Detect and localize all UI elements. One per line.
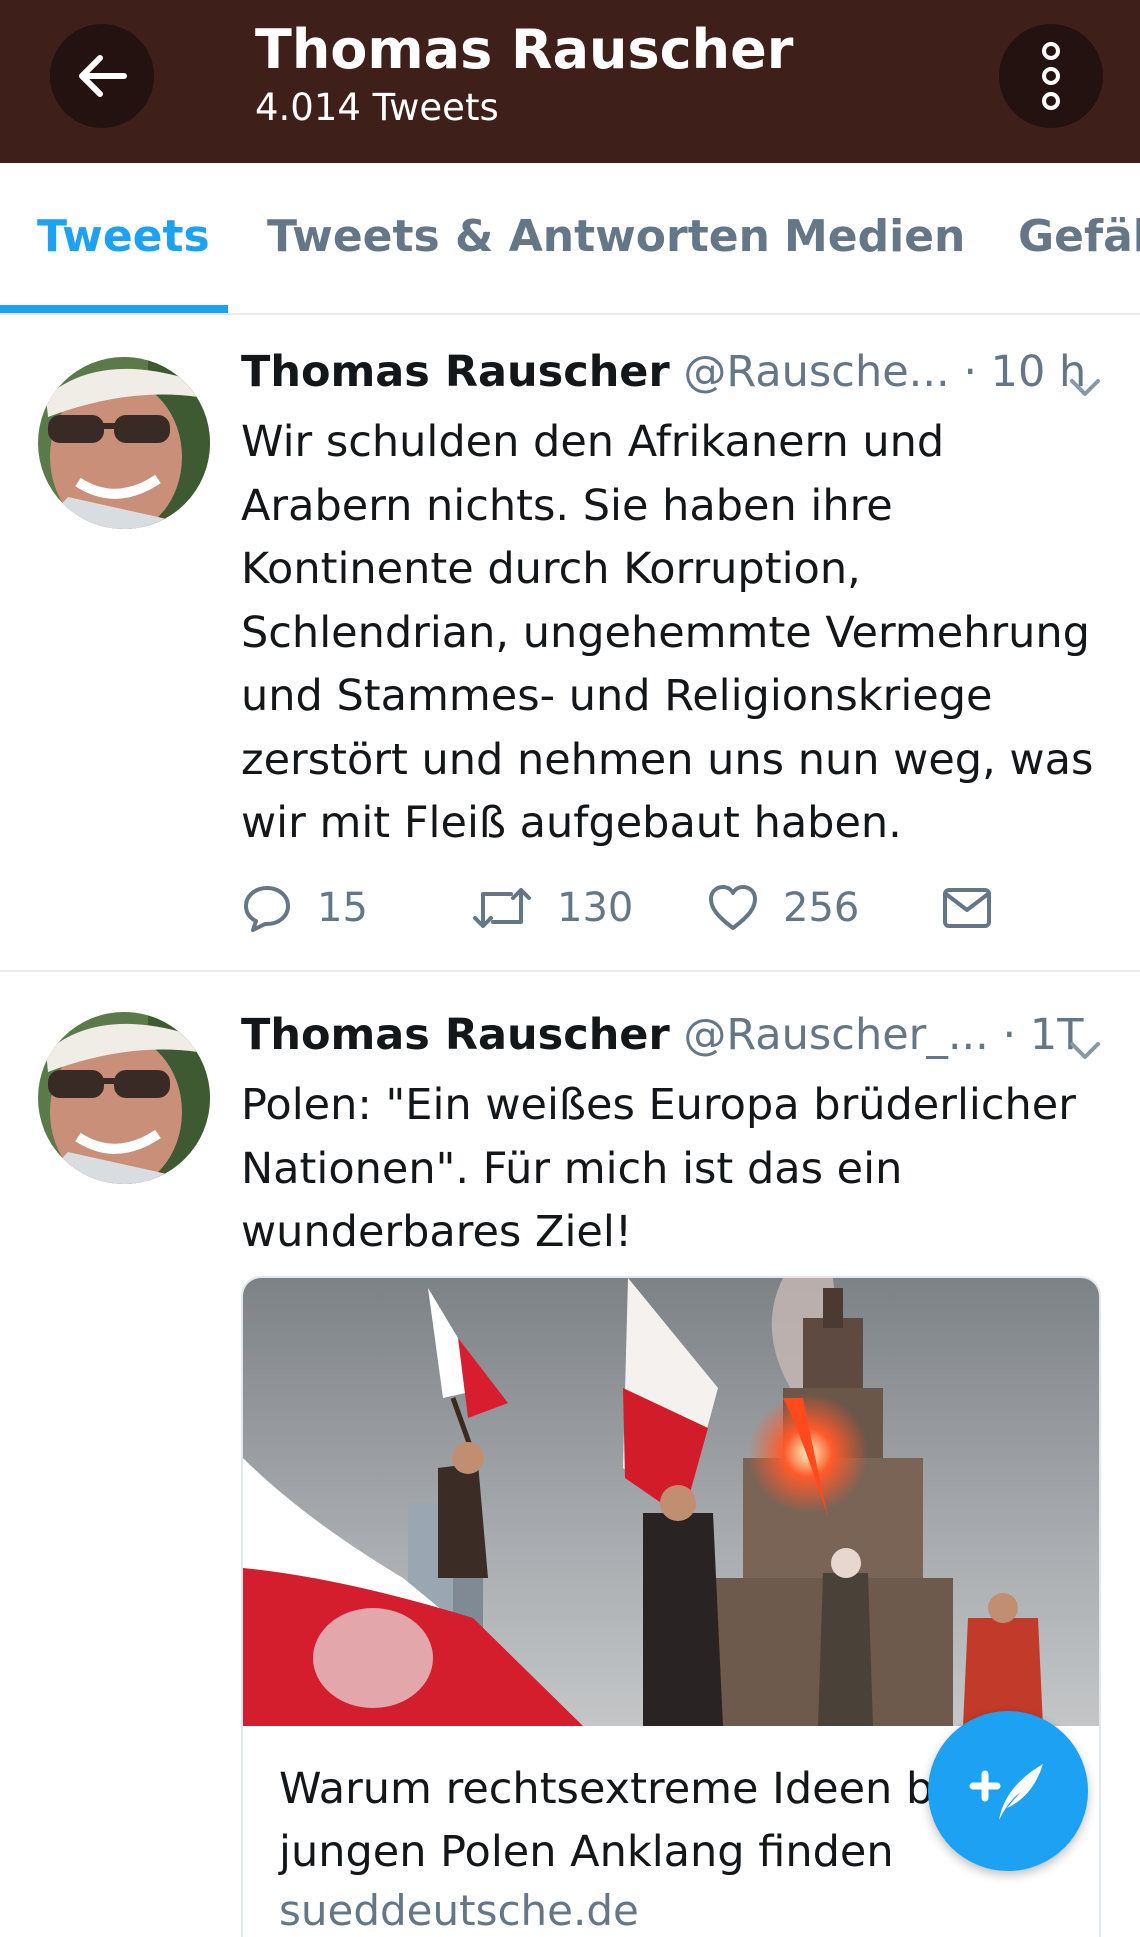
more-vertical-icon	[1042, 42, 1060, 110]
tweet-text: Polen: "Ein weißes Europa brüderlicher N…	[241, 1074, 1121, 1265]
more-options-button[interactable]	[999, 24, 1103, 128]
avatar[interactable]	[38, 1012, 210, 1184]
chevron-down-icon[interactable]	[1066, 1030, 1104, 1068]
tweet-text-line: und Stammes- und Religionskriege	[241, 671, 993, 721]
back-button[interactable]	[50, 24, 154, 128]
like-button[interactable]: 256	[707, 882, 859, 934]
active-tab-indicator	[0, 305, 228, 313]
profile-header: Thomas Rauscher 4.014 Tweets	[0, 0, 1140, 163]
compose-tweet-button[interactable]	[928, 1711, 1088, 1871]
chevron-down-icon[interactable]	[1066, 367, 1104, 405]
tweet-text-line: zerstört und nehmen uns nun weg, was	[241, 734, 1094, 785]
tweet-text-line: Arabern nichts. Sie haben ihre	[241, 480, 893, 531]
tweet-text-line: Kontinente durch Korruption,	[241, 544, 861, 594]
separator-dot: ·	[963, 347, 977, 397]
retweet-button[interactable]: 130	[471, 882, 633, 934]
tab-tweets-replies[interactable]: Tweets & Antworten	[267, 211, 770, 262]
tweet-actions: 15 130 256	[241, 882, 1041, 942]
profile-tabs: Tweets Tweets & Antworten Medien Gefäll	[0, 163, 1140, 315]
tab-media[interactable]: Medien	[784, 211, 965, 262]
card-domain: sueddeutsche.de	[279, 1886, 639, 1935]
avatar[interactable]	[38, 357, 210, 529]
card-image[interactable]	[243, 1278, 1101, 1726]
tab-likes[interactable]: Gefäll	[1018, 211, 1140, 262]
tweet-text-line: wir mit Fleiß aufgebaut haben.	[241, 798, 902, 848]
tweet-header: Thomas Rauscher @Rauscher_... · 1T	[241, 1010, 1083, 1060]
tweet-text-line: Schlendrian, ungehemmte Vermehrung	[241, 607, 1090, 658]
tweet-text-line: Wir schulden den Afrikanern und	[241, 417, 945, 467]
reply-button[interactable]: 15	[241, 882, 368, 934]
separator-dot: ·	[1002, 1010, 1017, 1060]
profile-name: Thomas Rauscher	[255, 18, 794, 81]
reply-count: 15	[317, 885, 368, 931]
tweet-text-line: wunderbares Ziel!	[241, 1207, 633, 1257]
retweet-count: 130	[557, 885, 634, 931]
direct-message-button[interactable]	[941, 882, 1017, 934]
compose-quill-icon	[969, 1764, 1043, 1820]
arrow-left-icon	[79, 55, 127, 97]
tweet-count: 4.014 Tweets	[255, 86, 499, 129]
tweet[interactable]: Thomas Rauscher @Rausche... · 10 h Wir s…	[0, 317, 1140, 972]
tweet-text: Wir schulden den Afrikanern und Arabern …	[241, 411, 1121, 856]
tweet-author-name[interactable]: Thomas Rauscher	[241, 347, 670, 397]
tweet-author-handle[interactable]: @Rausche...	[683, 347, 949, 397]
envelope-icon	[943, 888, 991, 928]
like-count: 256	[783, 885, 860, 931]
tweet-header: Thomas Rauscher @Rausche... · 10 h	[241, 347, 1086, 397]
tweet-author-handle[interactable]: @Rauscher_...	[683, 1010, 988, 1060]
tweet-text-line: Nationen". Für mich ist das ein	[241, 1143, 903, 1194]
tab-tweets[interactable]: Tweets	[37, 211, 210, 262]
retweet-icon	[473, 888, 531, 928]
heart-icon	[709, 885, 757, 930]
tweet-text-line: Polen: "Ein weißes Europa brüderlicher	[241, 1080, 1076, 1130]
reply-icon	[244, 886, 290, 932]
tweet-author-name[interactable]: Thomas Rauscher	[241, 1010, 670, 1060]
